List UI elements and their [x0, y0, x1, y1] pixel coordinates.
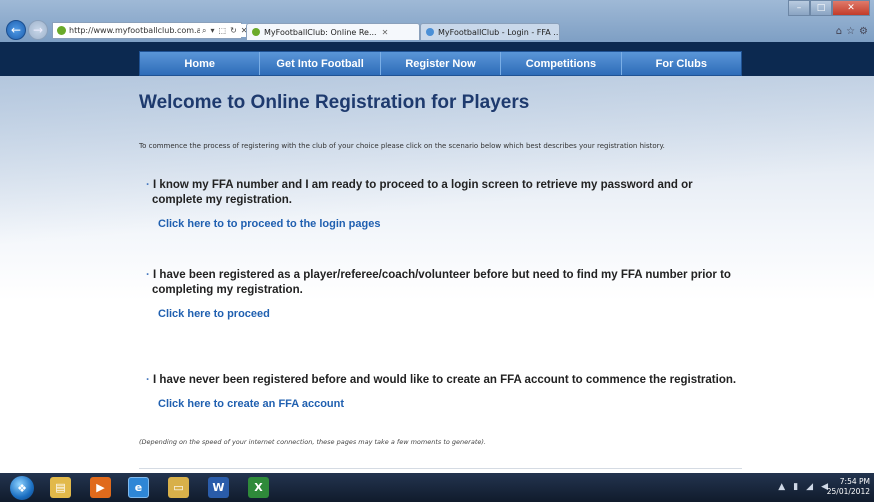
windows-logo-icon: ❖: [17, 481, 27, 495]
forward-button[interactable]: →: [28, 20, 48, 40]
menu-item-for-clubs[interactable]: For Clubs: [622, 52, 741, 75]
login-pages-link[interactable]: Click here to to proceed to the login pa…: [158, 218, 746, 230]
word-icon[interactable]: W: [208, 477, 229, 498]
media-player-icon[interactable]: ▶: [90, 477, 111, 498]
option-login: I know my FFA number and I am ready to p…: [146, 178, 746, 230]
page-title: Welcome to Online Registration for Playe…: [139, 92, 530, 113]
close-tab-icon[interactable]: ✕: [382, 28, 389, 37]
back-button[interactable]: ←: [6, 20, 26, 40]
tab-online-registration[interactable]: MyFootballClub: Online Re... ✕: [246, 23, 420, 40]
intro-text: To commence the process of registering w…: [139, 142, 665, 150]
network-icon[interactable]: ▮: [793, 482, 798, 492]
create-ffa-account-link[interactable]: Click here to create an FFA account: [158, 398, 746, 410]
show-hidden-icons-icon[interactable]: ▲: [778, 482, 785, 492]
explorer-icon[interactable]: ▤: [50, 477, 71, 498]
site-favicon-icon: [57, 26, 66, 35]
address-tools: ⌕ ▾ ⬚ ↻ ✕: [200, 24, 250, 37]
footnote: (Depending on the speed of your internet…: [139, 438, 486, 446]
option-text: I have been registered as a player/refer…: [146, 268, 746, 298]
tab-favicon-icon: [426, 28, 434, 36]
arrow-right-icon: →: [32, 23, 44, 37]
window-controls: – □ ✕: [788, 0, 870, 16]
proceed-link[interactable]: Click here to proceed: [158, 308, 746, 320]
clock-time: 7:54 PM: [839, 477, 870, 486]
tools-icon[interactable]: ⚙: [859, 26, 868, 37]
windows-taskbar: ❖ ▤ ▶ e ▭ W X ▲ ▮ ◢ ◀ 7:54 PM 25/01/2012: [0, 473, 874, 502]
browser-toolbar-icons: ⌂ ☆ ⚙: [836, 26, 868, 37]
search-icon[interactable]: ⌕: [202, 26, 206, 36]
tab-label: MyFootballClub: Online Re...: [264, 27, 377, 37]
tab-label: MyFootballClub - Login - FFA ...: [438, 27, 560, 37]
folder-icon[interactable]: ▭: [168, 477, 189, 498]
home-icon[interactable]: ⌂: [836, 26, 842, 37]
main-menu: Home Get Into Football Register Now Comp…: [139, 51, 742, 76]
signal-icon[interactable]: ◢: [806, 482, 813, 492]
dropdown-icon[interactable]: ▾: [210, 26, 214, 35]
internet-explorer-icon[interactable]: e: [128, 477, 149, 498]
minimize-button[interactable]: –: [788, 0, 810, 16]
menu-item-register-now[interactable]: Register Now: [381, 52, 502, 75]
option-create-account: I have never been registered before and …: [146, 373, 746, 410]
menu-item-competitions[interactable]: Competitions: [501, 52, 622, 75]
clock-date: 25/01/2012: [826, 487, 870, 496]
tab-favicon-icon: [252, 28, 260, 36]
system-clock[interactable]: 7:54 PM 25/01/2012: [827, 477, 870, 497]
compat-view-icon[interactable]: ⬚: [219, 26, 227, 35]
browser-titlebar: ← → http://www.myfootballclub.com.au/ind…: [0, 0, 874, 42]
excel-icon[interactable]: X: [248, 477, 269, 498]
tab-login-ffa[interactable]: MyFootballClub - Login - FFA ...: [420, 23, 560, 40]
start-button[interactable]: ❖: [10, 476, 34, 500]
system-tray: ▲ ▮ ◢ ◀: [778, 482, 828, 492]
maximize-button[interactable]: □: [810, 0, 832, 16]
refresh-icon[interactable]: ↻: [230, 26, 237, 35]
arrow-left-icon: ←: [10, 23, 22, 37]
close-window-button[interactable]: ✕: [832, 0, 870, 16]
favorites-icon[interactable]: ☆: [846, 26, 855, 37]
option-text: I know my FFA number and I am ready to p…: [146, 178, 746, 208]
option-text: I have never been registered before and …: [146, 373, 746, 388]
menu-item-home[interactable]: Home: [140, 52, 261, 75]
web-page: Home Get Into Football Register Now Comp…: [0, 42, 874, 473]
main-content: Welcome to Online Registration for Playe…: [139, 92, 749, 150]
footer-divider: [139, 468, 742, 469]
option-find-ffa-number: I have been registered as a player/refer…: [146, 268, 746, 320]
menu-item-get-into-football[interactable]: Get Into Football: [260, 52, 381, 75]
